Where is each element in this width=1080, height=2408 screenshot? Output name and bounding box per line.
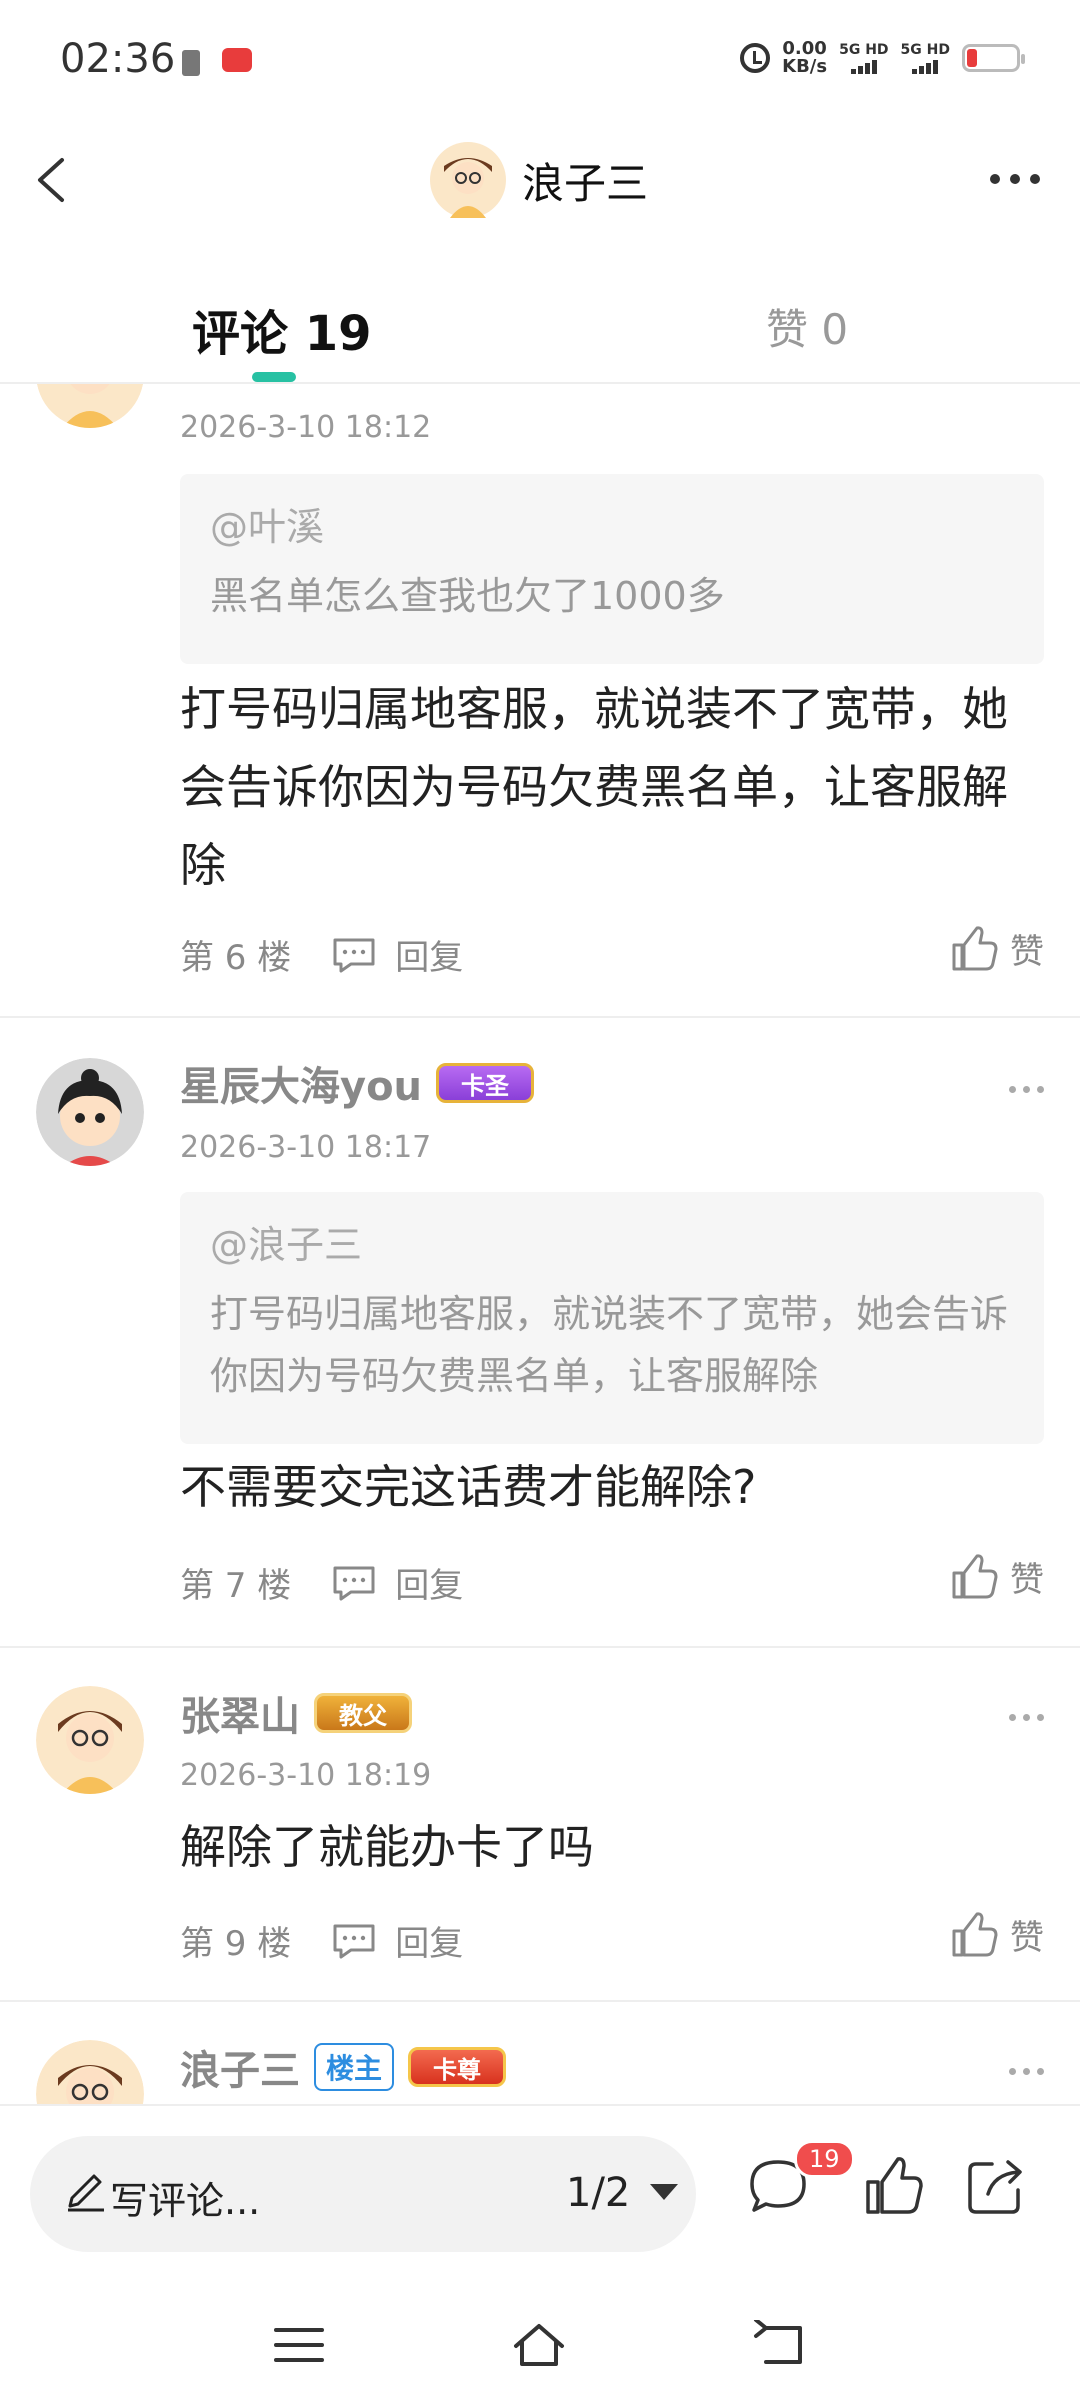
avatar[interactable] <box>36 2040 144 2104</box>
comment-text: 解除了就能办卡了吗 <box>180 1820 594 1874</box>
avatar[interactable] <box>36 1058 144 1166</box>
username-row: 星辰大海you 卡圣 <box>180 1054 535 1112</box>
net-speed: 0.00 KB/s <box>782 40 827 76</box>
avatar <box>430 142 506 218</box>
header: 浪子三 <box>0 124 1080 234</box>
reply-button[interactable]: 回复 <box>395 930 463 979</box>
net-speed-unit: KB/s <box>782 56 828 77</box>
status-time: 02:36 <box>60 36 176 82</box>
host-badge: 楼主 <box>314 2043 395 2091</box>
back-arrow-icon[interactable] <box>28 152 84 208</box>
back-icon[interactable] <box>752 2320 806 2370</box>
floor-number: 第 7 楼 <box>180 1566 292 1606</box>
input-placeholder: 写评论... <box>110 2179 261 2223</box>
comment-item: 2026-3-10 18:12 @叶溪 黑名单怎么查我也欠了1000多 打号码归… <box>0 384 1080 1018</box>
level-medal: 卡圣 <box>436 1063 535 1103</box>
comment-text: 不需要交完这话费才能解除? <box>180 1460 757 1514</box>
username[interactable]: 张翠山 <box>180 1684 300 1742</box>
comment-count-badge: 19 <box>794 2140 855 2178</box>
comment-meta: 第 6 楼 回复 <box>180 930 463 979</box>
signal-2: 5G HD <box>901 42 950 74</box>
thumbs-up-icon[interactable] <box>862 2154 926 2218</box>
signal-2-label: 5G HD <box>900 42 950 58</box>
quote-text: 打号码归属地客服，就说装不了宽带，她会告诉你因为号码欠费黑名单，让客服解除 <box>210 1292 1009 1398</box>
comment-item: 星辰大海you 卡圣 2026-3-10 18:17 @浪子三 打号码归属地客服… <box>0 1018 1080 1648</box>
comment-item: 张翠山 教父 2026-3-10 18:19 解除了就能办卡了吗 第 9 楼 回… <box>0 1648 1080 2002</box>
reply-icon[interactable] <box>331 1564 377 1602</box>
floor-number: 第 9 楼 <box>180 1924 292 1964</box>
username[interactable]: 星辰大海you <box>180 1054 422 1112</box>
avatar[interactable] <box>36 384 144 428</box>
reply-button[interactable]: 回复 <box>395 1916 463 1965</box>
signal-1: 5G HD <box>839 42 889 74</box>
like-label: 赞 <box>1010 1918 1044 1958</box>
reply-button[interactable]: 回复 <box>395 1558 463 1607</box>
quote-text: 黑名单怎么查我也欠了1000多 <box>210 574 725 618</box>
signal-1-label: 5G HD <box>839 42 889 58</box>
comment-timestamp: 2026-3-10 18:19 <box>180 1758 432 1793</box>
level-medal: 教父 <box>314 1693 412 1733</box>
menu-icon[interactable] <box>272 2320 326 2370</box>
comment-text: 打号码归属地客服，就说装不了宽带，她会告诉你因为号码欠费黑名单，让客服解除 <box>180 682 1008 892</box>
battery-icon <box>962 44 1025 72</box>
signal-1-icon <box>850 58 877 74</box>
share-icon[interactable] <box>964 2154 1028 2218</box>
comment-list[interactable]: 2026-3-10 18:12 @叶溪 黑名单怎么查我也欠了1000多 打号码归… <box>0 384 1080 2104</box>
comment-meta: 第 9 楼 回复 <box>180 1916 463 1965</box>
reply-icon[interactable] <box>331 936 377 974</box>
quote-mention: @浪子三 <box>210 1223 363 1267</box>
comment-more-icon[interactable] <box>1009 1086 1044 1093</box>
comment-more-icon[interactable] <box>1009 2068 1044 2075</box>
comment-meta: 第 7 楼 回复 <box>180 1558 463 1607</box>
sim-icon <box>182 50 200 76</box>
alarm-icon <box>740 43 771 73</box>
quoted-comment[interactable]: @叶溪 黑名单怎么查我也欠了1000多 <box>180 474 1044 664</box>
comment-timestamp: 2026-3-10 18:17 <box>180 1130 432 1165</box>
username-row: 浪子三 楼主 卡尊 <box>180 2038 507 2096</box>
comment-input[interactable]: 写评论... 1/2 <box>30 2136 696 2252</box>
tab-likes[interactable]: 赞 0 <box>766 296 848 357</box>
username-row: 张翠山 教父 <box>180 1684 412 1742</box>
more-options-icon[interactable] <box>990 174 1040 184</box>
app-notification-icon <box>222 48 252 72</box>
comment-more-icon[interactable] <box>1009 1714 1044 1721</box>
quote-mention: @叶溪 <box>210 505 325 549</box>
tab-comments[interactable]: 评论 19 <box>192 294 372 364</box>
caret-down-icon[interactable] <box>650 2184 678 2200</box>
quoted-comment[interactable]: @浪子三 打号码归属地客服，就说装不了宽带，她会告诉你因为号码欠费黑名单，让客服… <box>180 1192 1044 1444</box>
pen-icon <box>68 2174 104 2212</box>
tab-active-indicator <box>252 372 296 382</box>
header-title: 浪子三 <box>522 158 649 208</box>
level-medal: 卡尊 <box>408 2047 507 2087</box>
comment-item: 浪子三 楼主 卡尊 <box>0 2002 1080 2104</box>
floor-number: 第 6 楼 <box>180 938 292 978</box>
header-user[interactable]: 浪子三 <box>430 142 648 218</box>
avatar[interactable] <box>36 1686 144 1794</box>
reply-icon[interactable] <box>331 1922 377 1960</box>
thumbs-up-icon <box>952 925 998 970</box>
home-icon[interactable] <box>512 2320 566 2370</box>
username[interactable]: 浪子三 <box>180 2038 300 2096</box>
comment-input-bar: 写评论... 1/2 19 <box>0 2104 1080 2284</box>
thumbs-up-icon <box>952 1553 998 1598</box>
status-bar: 02:36 0.00 KB/s 5G HD 5G HD <box>0 0 1080 124</box>
page-selector[interactable]: 1/2 <box>566 2170 630 2216</box>
system-nav-bar <box>0 2284 1080 2408</box>
signal-2-icon <box>912 58 939 74</box>
like-button[interactable]: 赞 <box>950 924 1044 973</box>
like-button[interactable]: 赞 <box>950 1552 1044 1601</box>
like-label: 赞 <box>1010 932 1044 972</box>
tabs: 评论 19 赞 0 <box>0 234 1080 384</box>
like-button[interactable]: 赞 <box>950 1910 1044 1959</box>
like-label: 赞 <box>1010 1560 1044 1600</box>
thumbs-up-icon <box>952 1911 998 1956</box>
comment-timestamp: 2026-3-10 18:12 <box>180 410 432 445</box>
status-right-group: 0.00 KB/s 5G HD 5G HD <box>740 40 1025 76</box>
